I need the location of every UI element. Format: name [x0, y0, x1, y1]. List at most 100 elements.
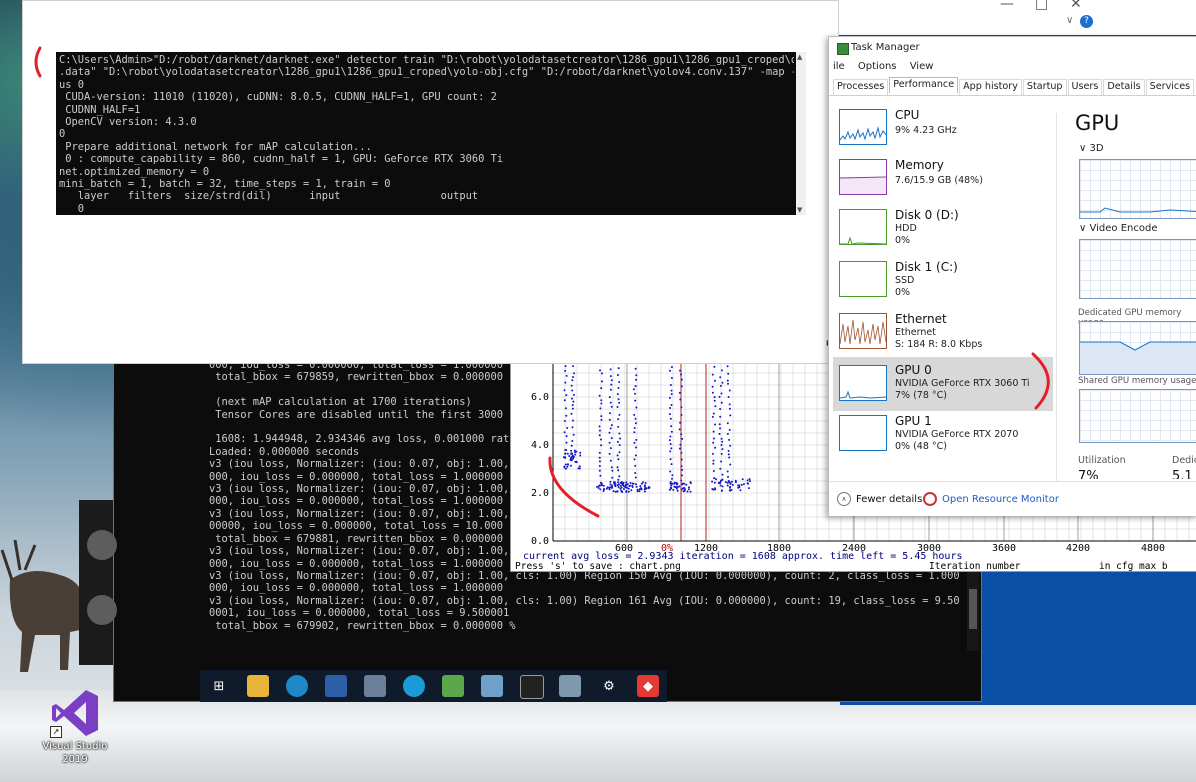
- data-point: [617, 398, 620, 401]
- menu-options[interactable]: Options: [858, 61, 897, 72]
- data-point: [718, 433, 721, 435]
- chevron-down-icon[interactable]: ∨: [1066, 15, 1073, 26]
- terminal-icon[interactable]: [520, 675, 544, 699]
- data-point: [572, 433, 575, 436]
- visual-studio-code-icon[interactable]: [325, 675, 347, 697]
- menu-bar: ile Options View: [833, 61, 943, 72]
- data-point: [711, 385, 714, 388]
- data-point: [631, 484, 634, 487]
- fewer-details-button[interactable]: ∧ Fewer details: [837, 492, 922, 506]
- data-point: [564, 407, 567, 410]
- menu-file[interactable]: ile: [833, 61, 845, 72]
- tab-users[interactable]: Users: [1067, 79, 1103, 95]
- data-point: [599, 488, 602, 491]
- edge-icon[interactable]: [286, 675, 308, 697]
- file-explorer-icon[interactable]: [247, 675, 269, 697]
- data-point: [633, 441, 636, 444]
- data-point: [610, 383, 613, 386]
- data-point: [645, 487, 648, 490]
- console-scrollbar[interactable]: ▲ ▼: [796, 52, 806, 215]
- data-point: [564, 456, 566, 459]
- console-line: 0 : compute_capability = 860, cudnn_half…: [59, 153, 504, 166]
- data-point: [689, 490, 692, 493]
- anydesk-icon[interactable]: ◆: [637, 675, 659, 697]
- open-resource-monitor-link[interactable]: Open Resource Monitor: [923, 492, 1059, 506]
- data-point: [563, 399, 566, 402]
- resource-name: Disk 1 (C:): [895, 260, 958, 274]
- photos-icon[interactable]: [364, 675, 386, 697]
- console-window[interactable]: C:\Users\Admin>"D:/robot/darknet/darknet…: [56, 52, 806, 215]
- tab-startup[interactable]: Startup: [1022, 79, 1067, 95]
- data-point: [616, 393, 619, 396]
- settings-icon[interactable]: ⚙: [598, 675, 620, 697]
- data-point: [598, 425, 601, 428]
- data-point: [563, 420, 566, 422]
- tab-performance[interactable]: Performance: [889, 77, 959, 93]
- y-tick-label: 4.0: [531, 440, 549, 451]
- resource-cpu[interactable]: CPU 9% 4.23 GHz: [833, 105, 1053, 155]
- resource-disk-1[interactable]: Disk 1 (C:) SSD 0%: [833, 257, 1053, 307]
- menu-view[interactable]: View: [910, 61, 934, 72]
- data-point: [679, 369, 681, 372]
- resource-memory[interactable]: Memory 7.6/15.9 GB (48%): [833, 155, 1053, 205]
- data-point: [598, 469, 601, 472]
- visual-studio-desktop-icon[interactable]: ↗ Visual Studio 2019: [40, 688, 110, 778]
- data-point: [635, 483, 637, 486]
- gpu-thumbnail: [839, 365, 887, 401]
- close-icon[interactable]: ✕: [1070, 0, 1082, 12]
- data-point: [598, 434, 601, 437]
- resource-gpu-1[interactable]: GPU 1 NVIDIA GeForce RTX 2070 0% (48 °C): [833, 411, 1053, 461]
- data-point: [571, 404, 574, 407]
- app-icon[interactable]: [559, 675, 581, 697]
- data-point: [564, 369, 567, 372]
- browser-icon[interactable]: [403, 675, 425, 697]
- section-3d[interactable]: ∨ 3D: [1079, 143, 1104, 154]
- data-point: [724, 481, 727, 484]
- data-point: [739, 489, 742, 492]
- resource-disk-0[interactable]: Disk 0 (D:) HDD 0%: [833, 205, 1053, 255]
- data-point: [627, 490, 630, 493]
- console-line: total_bbox = 679902, rewritten_bbox = 0.…: [209, 619, 516, 632]
- help-icon[interactable]: ?: [1080, 15, 1093, 28]
- tablet-icon[interactable]: [481, 675, 503, 697]
- data-point: [721, 473, 724, 476]
- disk-thumbnail: [839, 209, 887, 245]
- data-point: [568, 455, 571, 457]
- data-point: [721, 485, 724, 488]
- data-point: [634, 454, 637, 457]
- data-point: [712, 441, 715, 444]
- task-manager-footer: ∧ Fewer details Open Resource Monitor: [829, 481, 1196, 516]
- data-point: [721, 440, 724, 443]
- section-video-encode[interactable]: ∨ Video Encode: [1079, 223, 1157, 234]
- data-point: [681, 483, 683, 486]
- minimize-icon[interactable]: —: [1000, 0, 1014, 12]
- data-point: [670, 366, 673, 369]
- tab-app-history[interactable]: App history: [959, 79, 1022, 95]
- data-point: [579, 451, 582, 454]
- maximize-icon[interactable]: □: [1035, 0, 1048, 12]
- data-point: [670, 463, 673, 466]
- data-point: [632, 482, 635, 485]
- data-point: [685, 483, 688, 486]
- data-point: [634, 476, 637, 479]
- resource-ethernet[interactable]: Ethernet Ethernet S: 184 R: 8.0 Kbps: [833, 309, 1053, 359]
- data-point: [680, 452, 683, 454]
- data-point: [742, 483, 745, 486]
- notepad-icon[interactable]: [442, 675, 464, 697]
- resource-gpu-0[interactable]: GPU 0 NVIDIA GeForce RTX 3060 Ti 7% (78 …: [833, 357, 1053, 411]
- chart-save-hint: Press 's' to save : chart.png: [515, 561, 681, 571]
- data-point: [617, 486, 620, 489]
- resource-name: Memory: [895, 158, 944, 172]
- avatar[interactable]: [87, 530, 117, 560]
- data-point: [644, 484, 646, 487]
- start-icon[interactable]: ⊞: [208, 675, 230, 697]
- resource-monitor-icon: [923, 492, 937, 506]
- tab-details[interactable]: Details: [1103, 79, 1145, 95]
- data-point: [688, 486, 690, 489]
- data-point: [608, 396, 611, 399]
- tab-services[interactable]: Services: [1145, 79, 1195, 95]
- data-point: [622, 484, 625, 487]
- tab-processes[interactable]: Processes: [833, 79, 889, 95]
- data-point: [617, 367, 620, 370]
- avatar[interactable]: [87, 595, 117, 625]
